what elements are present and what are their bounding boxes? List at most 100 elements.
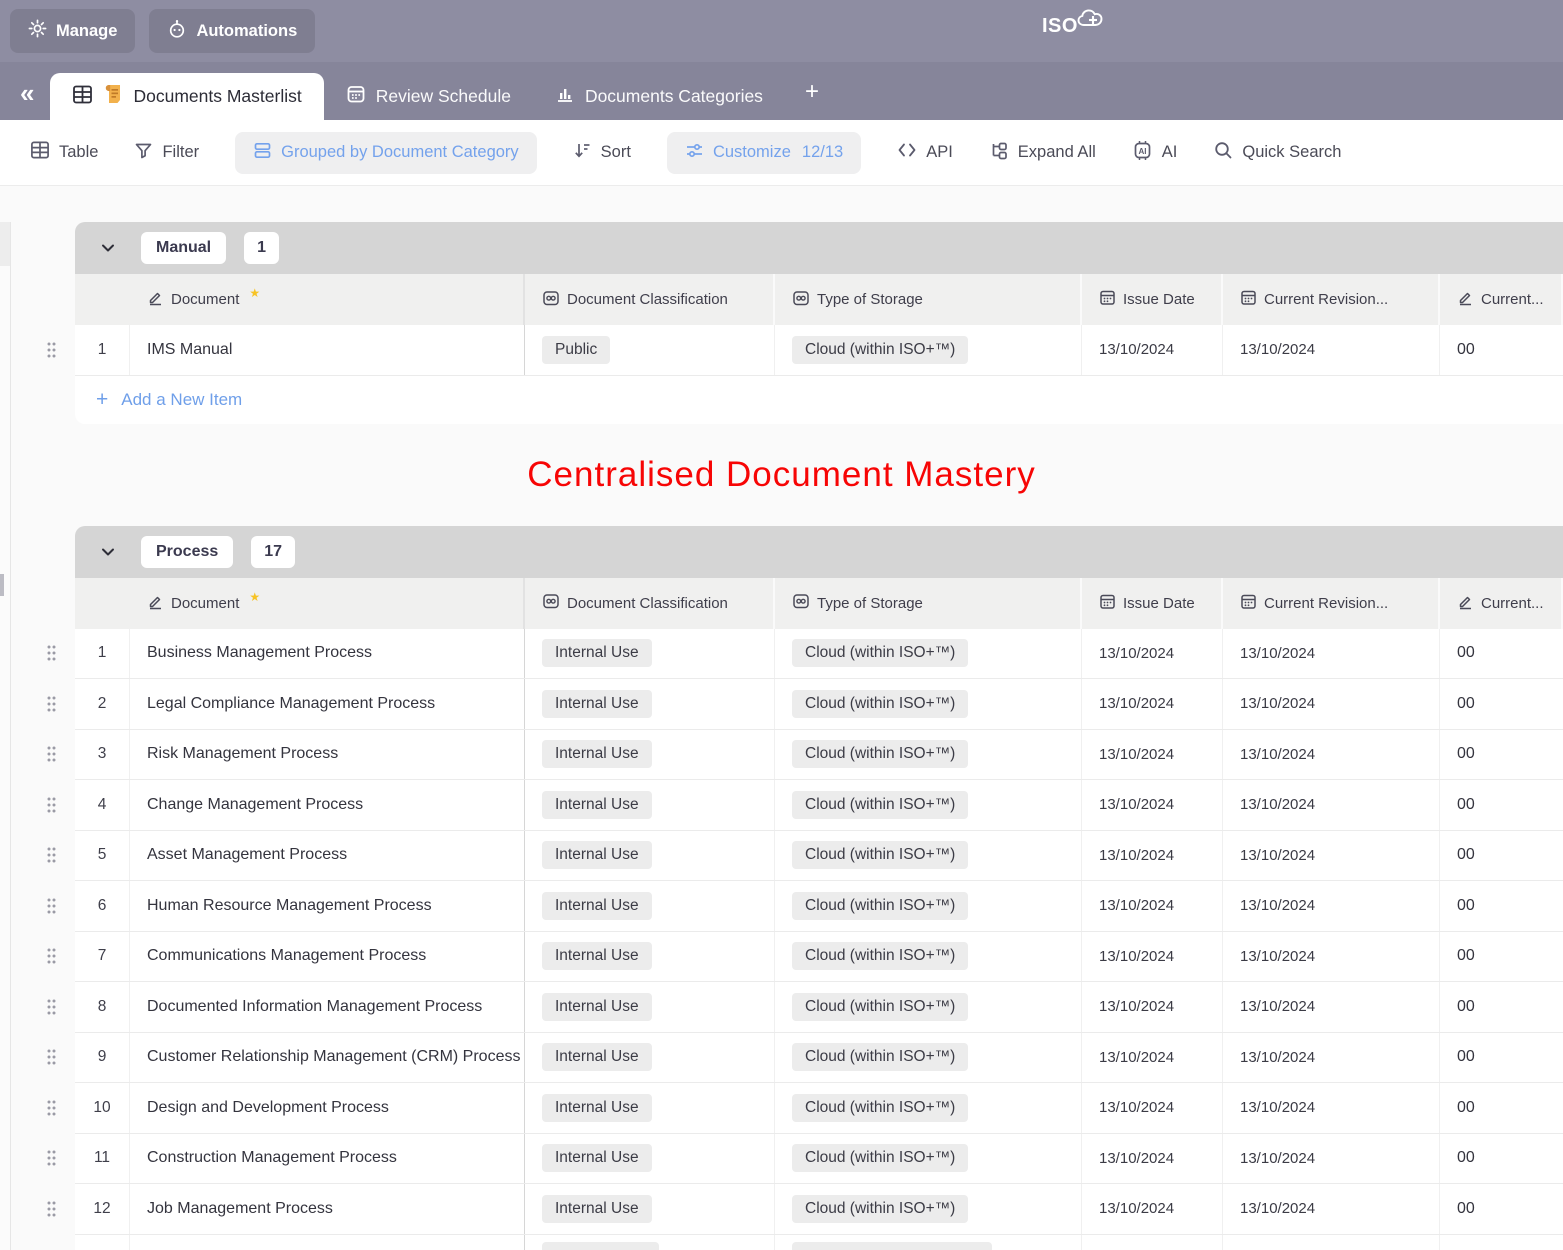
cell-issue-date[interactable]: 13/10/2024 (1082, 932, 1223, 982)
drag-handle-icon[interactable] (46, 746, 57, 763)
group-header[interactable]: Process17 (75, 526, 1563, 578)
cell-classification[interactable]: Internal Use (525, 881, 775, 931)
cell-classification[interactable]: Internal Use (525, 1083, 775, 1133)
cell-current[interactable]: 00 (1440, 982, 1563, 1032)
cell-storage[interactable]: Cloud (within ISO+™) (775, 629, 1082, 679)
cell-revision-date[interactable]: 13/10/2024 (1223, 982, 1440, 1032)
cell-document[interactable]: Customer Relationship Management (CRM) P… (130, 1033, 525, 1083)
row-number[interactable]: 1 (75, 325, 130, 375)
tab-documents-masterlist[interactable]: Documents Masterlist (50, 73, 323, 120)
cell-classification[interactable]: Public (525, 325, 775, 375)
row-number[interactable]: 2 (75, 679, 130, 729)
row-number[interactable]: 3 (75, 730, 130, 780)
cell-document[interactable]: Risk Management Process (130, 730, 525, 780)
column-header-1[interactable]: Document Classification (525, 274, 775, 325)
drag-handle-icon[interactable] (46, 1049, 57, 1066)
column-header-2[interactable]: Type of Storage (775, 578, 1082, 629)
cell-current[interactable]: 00 (1440, 881, 1563, 931)
cell-current[interactable]: 00 (1440, 831, 1563, 881)
cell-current[interactable]: 00 (1440, 679, 1563, 729)
drag-handle-icon[interactable] (46, 796, 57, 813)
drag-handle-icon[interactable] (46, 847, 57, 864)
row-number[interactable]: 4 (75, 780, 130, 830)
drag-handle-icon[interactable] (46, 897, 57, 914)
table-menu-button[interactable]: Table (30, 140, 98, 165)
column-header-5[interactable]: Current... (1440, 578, 1563, 629)
cell-document[interactable]: Human Resource Management Process (130, 881, 525, 931)
row-number[interactable]: 5 (75, 831, 130, 881)
cell-revision-date[interactable]: 13/10/2024 (1223, 780, 1440, 830)
cell-current[interactable]: 00 (1440, 1134, 1563, 1184)
row-number[interactable]: 12 (75, 1184, 130, 1234)
row-number[interactable]: 1 (75, 629, 130, 679)
cell-revision-date[interactable]: 13/10/2024 (1223, 1134, 1440, 1184)
cell-classification[interactable]: Internal Use (525, 730, 775, 780)
cell-storage[interactable]: Cloud (within ISO+™) (775, 982, 1082, 1032)
cell-issue-date[interactable]: 13/10/2024 (1082, 1184, 1223, 1234)
tab-documents-categories[interactable]: Documents Categories (533, 73, 785, 120)
api-button[interactable]: API (897, 142, 953, 163)
cell-storage[interactable]: Cloud (within ISO+™) (775, 730, 1082, 780)
cell-document[interactable]: Design and Development Process (130, 1083, 525, 1133)
chevron-down-icon[interactable] (98, 542, 118, 562)
column-header-3[interactable]: Issue Date (1082, 274, 1223, 325)
column-header-0[interactable]: Document★ (130, 274, 525, 325)
drag-handle-icon[interactable] (46, 948, 57, 965)
row-number[interactable]: 7 (75, 932, 130, 982)
cell-document[interactable]: Asset Management Process (130, 831, 525, 881)
cell-issue-date[interactable]: 13/10/2024 (1082, 881, 1223, 931)
cell-revision-date[interactable]: 13/10/2024 (1223, 1184, 1440, 1234)
column-header-5[interactable]: Current... (1440, 274, 1563, 325)
cell-issue-date[interactable]: 13/10/2024 (1082, 1033, 1223, 1083)
column-header-3[interactable]: Issue Date (1082, 578, 1223, 629)
row-number[interactable]: 11 (75, 1134, 130, 1184)
cell-current[interactable]: 00 (1440, 325, 1563, 375)
cell-storage[interactable]: Cloud (within ISO+™) (775, 780, 1082, 830)
drag-handle-icon[interactable] (46, 695, 57, 712)
cell-document[interactable]: Legal Compliance Management Process (130, 679, 525, 729)
cell-revision-date[interactable]: 13/10/2024 (1223, 1083, 1440, 1133)
cell-storage[interactable]: Cloud (within ISO+™) (775, 1184, 1082, 1234)
cell-storage[interactable]: Cloud (within ISO+™) (775, 679, 1082, 729)
cell-revision-date[interactable]: 13/10/2024 (1223, 629, 1440, 679)
column-header-1[interactable]: Document Classification (525, 578, 775, 629)
cell-storage[interactable]: Cloud (within ISO+™) (775, 1134, 1082, 1184)
cell-storage[interactable]: Cloud (within ISO+™) (775, 881, 1082, 931)
cell-revision-date[interactable]: 13/10/2024 (1223, 325, 1440, 375)
row-number[interactable]: 9 (75, 1033, 130, 1083)
row-number[interactable]: 8 (75, 982, 130, 1032)
column-header-4[interactable]: Current Revision... (1223, 274, 1440, 325)
quick-search-button[interactable]: Quick Search (1213, 140, 1341, 165)
cell-classification[interactable]: Internal Use (525, 932, 775, 982)
collapse-sidebar-icon[interactable]: « (20, 80, 34, 106)
manage-button[interactable]: Manage (10, 9, 135, 53)
cell-issue-date[interactable]: 13/10/2024 (1082, 831, 1223, 881)
cell-classification[interactable]: Internal Use (525, 982, 775, 1032)
cell-classification[interactable]: Internal Use (525, 1033, 775, 1083)
cell-issue-date[interactable]: 13/10/2024 (1082, 780, 1223, 830)
drag-handle-icon[interactable] (46, 341, 57, 358)
cell-current[interactable]: 00 (1440, 1083, 1563, 1133)
cell-current[interactable]: 00 (1440, 730, 1563, 780)
cell-document[interactable]: IMS Manual (130, 325, 525, 375)
ai-button[interactable]: AI AI (1132, 140, 1178, 166)
column-header-4[interactable]: Current Revision... (1223, 578, 1440, 629)
drag-handle-icon[interactable] (46, 645, 57, 662)
sort-button[interactable]: Sort (573, 141, 631, 165)
tab-review-schedule[interactable]: Review Schedule (324, 73, 533, 120)
cell-storage[interactable]: Cloud (within ISO+™) (775, 932, 1082, 982)
cell-issue-date[interactable]: 13/10/2024 (1082, 982, 1223, 1032)
row-number[interactable]: 10 (75, 1083, 130, 1133)
cell-document[interactable]: Change Management Process (130, 780, 525, 830)
cell-current[interactable]: 00 (1440, 1184, 1563, 1234)
cell-issue-date[interactable]: 13/10/2024 (1082, 629, 1223, 679)
cell-classification[interactable]: Internal Use (525, 679, 775, 729)
cell-revision-date[interactable]: 13/10/2024 (1223, 881, 1440, 931)
cell-revision-date[interactable]: 13/10/2024 (1223, 1033, 1440, 1083)
cell-document[interactable]: Construction Management Process (130, 1134, 525, 1184)
cell-current[interactable]: 00 (1440, 932, 1563, 982)
cell-storage[interactable]: Cloud (within ISO+™) (775, 1083, 1082, 1133)
cell-document[interactable]: Business Management Process (130, 629, 525, 679)
cell-current[interactable]: 00 (1440, 629, 1563, 679)
cell-classification[interactable]: Internal Use (525, 831, 775, 881)
